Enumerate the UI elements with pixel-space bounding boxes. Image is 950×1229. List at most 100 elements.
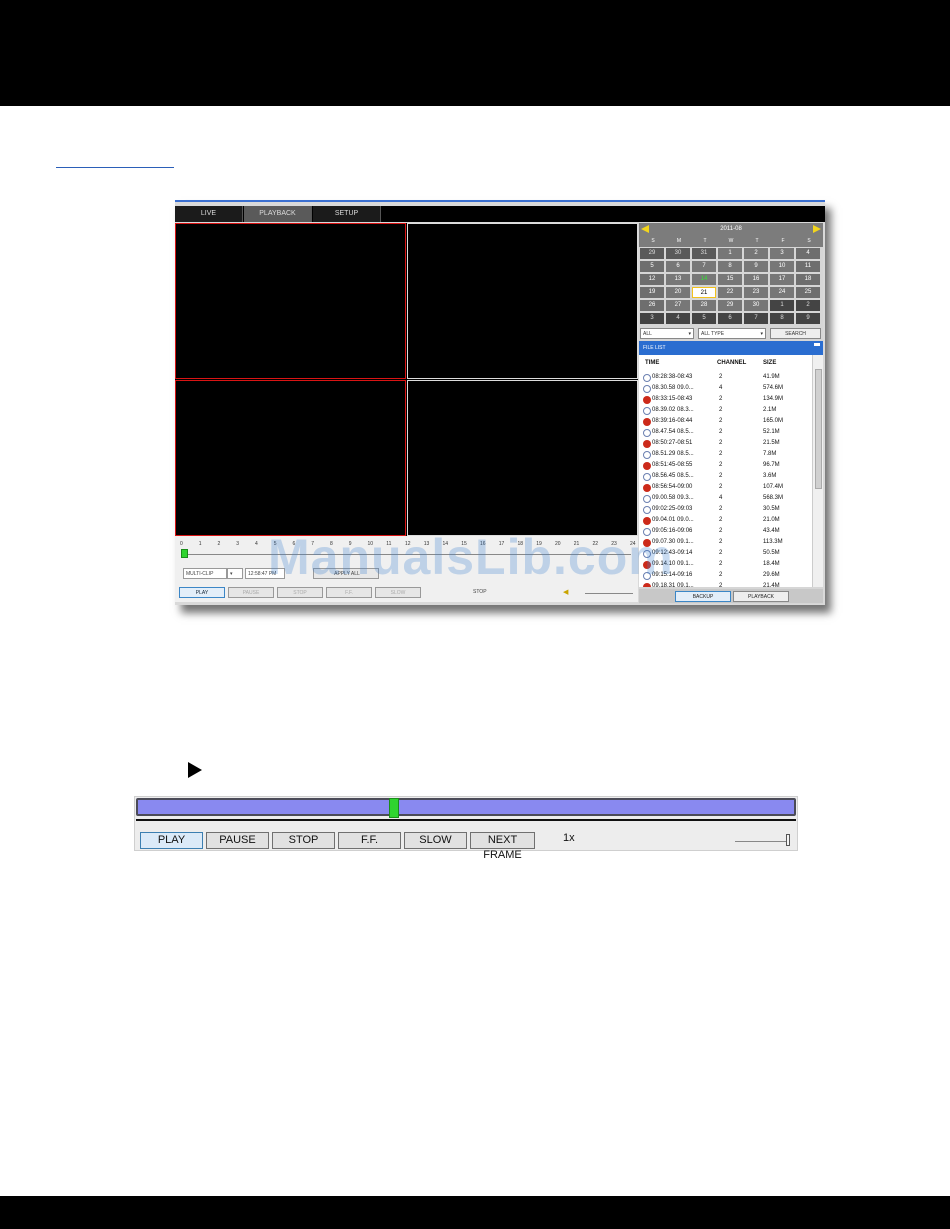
- calendar-day[interactable]: 3: [770, 248, 794, 259]
- calendar-day[interactable]: 17: [770, 274, 794, 285]
- calendar-day[interactable]: 2: [744, 248, 768, 259]
- calendar-day[interactable]: 1: [770, 300, 794, 311]
- backup-button[interactable]: BACKUP: [675, 591, 731, 602]
- tab-live[interactable]: LIVE: [175, 206, 243, 222]
- file-list-row[interactable]: 08.39.02 08.3... 2 2.1M: [639, 406, 811, 417]
- small-pause-button[interactable]: PAUSE: [228, 587, 274, 598]
- calendar-day[interactable]: 26: [640, 300, 664, 311]
- calendar-day[interactable]: 15: [718, 274, 742, 285]
- calendar-day[interactable]: 28: [692, 300, 716, 311]
- volume-slider[interactable]: [585, 593, 633, 594]
- type-filter-dropdown[interactable]: ALL TYPE ▾: [698, 328, 766, 339]
- calendar-day[interactable]: 20: [666, 287, 690, 298]
- file-list-row[interactable]: 08:28:38-08:43 2 41.9M: [639, 373, 811, 384]
- calendar-day[interactable]: 29: [718, 300, 742, 311]
- calendar-day[interactable]: 6: [666, 261, 690, 272]
- calendar-prev-month-icon[interactable]: [641, 225, 649, 233]
- calendar-day[interactable]: 21: [692, 287, 716, 298]
- file-list-row[interactable]: 08.56.45 08.5... 2 3.6M: [639, 472, 811, 483]
- file-list-row[interactable]: 08:39:16-08:44 2 165.0M: [639, 417, 811, 428]
- calendar-day[interactable]: 31: [692, 248, 716, 259]
- video-channel-4[interactable]: [407, 380, 638, 536]
- timeline-position-marker[interactable]: [181, 549, 188, 558]
- calendar-day[interactable]: 19: [640, 287, 664, 298]
- channel-filter-dropdown[interactable]: ALL ▾: [640, 328, 694, 339]
- pause-button[interactable]: PAUSE: [206, 832, 269, 849]
- search-button[interactable]: SEARCH: [770, 328, 821, 339]
- calendar-day[interactable]: 30: [666, 248, 690, 259]
- calendar-day[interactable]: 5: [692, 313, 716, 324]
- calendar-day[interactable]: 3: [640, 313, 664, 324]
- calendar-day[interactable]: 7: [692, 261, 716, 272]
- fast-forward-button[interactable]: F.F.: [338, 832, 401, 849]
- video-channel-2[interactable]: [407, 223, 638, 379]
- calendar-day[interactable]: 8: [718, 261, 742, 272]
- small-ff-button[interactable]: F.F.: [326, 587, 372, 598]
- file-list-row[interactable]: 08:56:54-09:00 2 107.4M: [639, 483, 811, 494]
- calendar-day[interactable]: 5: [640, 261, 664, 272]
- column-header-channel[interactable]: CHANNEL: [717, 360, 746, 366]
- video-channel-1[interactable]: [175, 223, 406, 379]
- calendar-day[interactable]: 27: [666, 300, 690, 311]
- calendar-day[interactable]: 13: [666, 274, 690, 285]
- calendar-day[interactable]: 11: [796, 261, 820, 272]
- calendar-day[interactable]: 8: [770, 313, 794, 324]
- playback-button[interactable]: PLAYBACK: [733, 591, 789, 602]
- file-list-row[interactable]: 08.47.54 08.5... 2 52.1M: [639, 428, 811, 439]
- calendar-day[interactable]: 30: [744, 300, 768, 311]
- calendar-day[interactable]: 9: [744, 261, 768, 272]
- file-list-row[interactable]: 08.30.58 09.0... 4 574.6M: [639, 384, 811, 395]
- file-list-row[interactable]: 08:51:45-08:55 2 96.7M: [639, 461, 811, 472]
- calendar-day[interactable]: 29: [640, 248, 664, 259]
- file-size: 7.8M: [763, 451, 777, 457]
- calendar-day[interactable]: 14: [692, 274, 716, 285]
- calendar-day[interactable]: 12: [640, 274, 664, 285]
- tab-playback[interactable]: PLAYBACK: [244, 206, 312, 222]
- file-list-scrollbar[interactable]: [812, 355, 823, 587]
- file-list-row[interactable]: 08.51.29 08.5... 2 7.8M: [639, 450, 811, 461]
- calendar-day[interactable]: 4: [666, 313, 690, 324]
- small-play-button[interactable]: PLAY: [179, 587, 225, 598]
- calendar-day[interactable]: 10: [770, 261, 794, 272]
- file-list-row[interactable]: 08:50:27-08:51 2 21.5M: [639, 439, 811, 450]
- multi-clip-dropdown[interactable]: MULTI-CLIP: [183, 568, 227, 579]
- video-channel-3[interactable]: [175, 380, 406, 536]
- calendar-day[interactable]: 22: [718, 287, 742, 298]
- calendar-day[interactable]: 9: [796, 313, 820, 324]
- file-list-row[interactable]: 08:33:15-08:43 2 134.9M: [639, 395, 811, 406]
- file-list-row[interactable]: 09:02:25-09:03 2 30.5M: [639, 505, 811, 516]
- stop-button[interactable]: STOP: [272, 832, 335, 849]
- calendar-next-month-icon[interactable]: [813, 225, 821, 233]
- file-list-row[interactable]: 09.04.01 09.0... 2 21.0M: [639, 516, 811, 527]
- collapse-icon[interactable]: [814, 343, 820, 346]
- playback-progress-bar[interactable]: [136, 798, 796, 818]
- file-channel: 2: [719, 539, 723, 545]
- column-header-size[interactable]: SIZE: [763, 360, 776, 366]
- tab-setup[interactable]: SETUP: [313, 206, 381, 222]
- calendar-day[interactable]: 7: [744, 313, 768, 324]
- slow-button[interactable]: SLOW: [404, 832, 467, 849]
- column-header-time[interactable]: TIME: [645, 360, 659, 366]
- scrollbar-thumb[interactable]: [815, 369, 822, 489]
- small-stop-button[interactable]: STOP: [277, 587, 323, 598]
- calendar-month-title: 2011-08: [720, 226, 742, 232]
- calendar-day[interactable]: 6: [718, 313, 742, 324]
- calendar-day[interactable]: 2: [796, 300, 820, 311]
- calendar-day[interactable]: 4: [796, 248, 820, 259]
- file-list-row[interactable]: 09.00.58 09.3... 4 568.3M: [639, 494, 811, 505]
- calendar-day[interactable]: 25: [796, 287, 820, 298]
- small-slow-button[interactable]: SLOW: [375, 587, 421, 598]
- file-channel: 2: [719, 473, 723, 479]
- camera-icon[interactable]: ▾: [227, 568, 243, 579]
- next-frame-button[interactable]: NEXT FRAME: [470, 832, 535, 861]
- progress-knob[interactable]: [389, 798, 399, 818]
- calendar-day[interactable]: 24: [770, 287, 794, 298]
- play-button[interactable]: PLAY: [140, 832, 203, 849]
- speaker-icon[interactable]: ◀: [563, 588, 568, 596]
- calendar-day[interactable]: 18: [796, 274, 820, 285]
- speed-slider-thumb[interactable]: [786, 834, 790, 846]
- calendar-day[interactable]: 23: [744, 287, 768, 298]
- speed-slider[interactable]: [735, 841, 789, 842]
- calendar-day[interactable]: 16: [744, 274, 768, 285]
- calendar-day[interactable]: 1: [718, 248, 742, 259]
